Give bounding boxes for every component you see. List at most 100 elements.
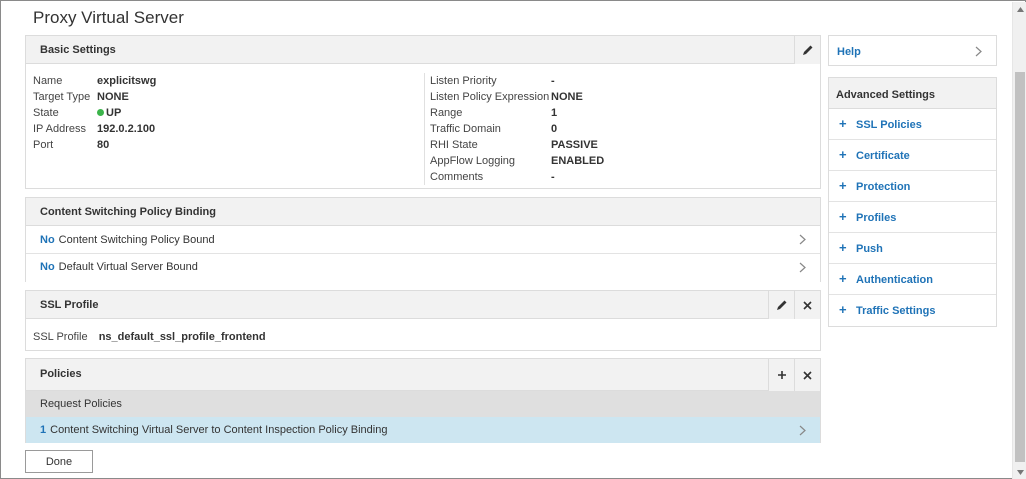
adv-item-certificate[interactable]: + Certificate xyxy=(829,140,996,171)
scrollbar-thumb[interactable] xyxy=(1015,72,1025,462)
basic-settings-panel: Basic Settings Name explicitswg Target Ty… xyxy=(25,35,821,189)
pencil-icon xyxy=(776,300,786,310)
field-value: 80 xyxy=(97,139,110,151)
field-label: AppFlow Logging xyxy=(430,155,516,167)
ssl-profile-label: SSL Profile xyxy=(33,331,88,343)
field-value: - xyxy=(551,171,555,183)
adv-item-label: Traffic Settings xyxy=(856,305,936,317)
adv-item-traffic-settings[interactable]: + Traffic Settings xyxy=(829,295,996,326)
advanced-settings-header: Advanced Settings xyxy=(829,78,996,109)
status-dot-icon xyxy=(97,109,104,116)
field-label: Listen Policy Expression xyxy=(430,91,550,103)
scroll-up-arrow-icon[interactable] xyxy=(1013,2,1026,16)
adv-item-push[interactable]: + Push xyxy=(829,233,996,264)
field-value: PASSIVE xyxy=(551,139,598,151)
cs-binding-header: Content Switching Policy Binding xyxy=(26,198,820,226)
adv-item-label: Profiles xyxy=(856,212,897,224)
field-value: ENABLED xyxy=(551,155,605,167)
field-ip-address: IP Address 192.0.2.100 xyxy=(33,123,413,139)
field-label: Comments xyxy=(430,171,484,183)
field-label: Name xyxy=(33,75,63,87)
field-value: 1 xyxy=(551,107,558,119)
scroll-down-arrow-icon[interactable] xyxy=(1013,465,1026,479)
field-value: UP xyxy=(106,107,122,119)
field-label: Traffic Domain xyxy=(430,123,501,135)
adv-item-protection[interactable]: + Protection xyxy=(829,171,996,202)
advanced-settings-title: Advanced Settings xyxy=(836,89,936,101)
basic-settings-right: Listen Priority - Listen Policy Expressio… xyxy=(430,75,810,187)
ssl-profile-panel: SSL Profile SSL Profile ns_default_ssl_p… xyxy=(25,290,821,351)
field-label: Listen Priority xyxy=(430,75,497,87)
plus-icon: + xyxy=(839,271,847,286)
vertical-scrollbar[interactable] xyxy=(1012,2,1026,479)
row-text: Content Switching Policy Bound xyxy=(58,233,215,246)
field-value: - xyxy=(551,75,555,87)
request-policies-subheader: Request Policies xyxy=(26,391,820,417)
plus-icon: + xyxy=(839,209,847,224)
row-count: 1 xyxy=(40,424,47,436)
plus-icon: + xyxy=(839,147,847,162)
field-label: IP Address xyxy=(33,123,86,135)
field-label: Port xyxy=(33,139,54,151)
field-label: State xyxy=(33,107,59,119)
plus-icon: + xyxy=(839,240,847,255)
basic-settings-divider xyxy=(424,73,425,185)
policies-panel: Policies Request Policies 1 Content Swit… xyxy=(25,358,821,443)
plus-icon: + xyxy=(839,116,847,131)
policies-header: Policies xyxy=(26,359,820,391)
ssl-profile-value: ns_default_ssl_profile_frontend xyxy=(98,331,266,343)
field-rhi-state: RHI State PASSIVE xyxy=(430,139,810,155)
cs-binding-title: Content Switching Policy Binding xyxy=(40,206,216,218)
field-name: Name explicitswg xyxy=(33,75,413,91)
adv-item-ssl-policies[interactable]: + SSL Policies xyxy=(829,109,996,140)
field-appflow-logging: AppFlow Logging ENABLED xyxy=(430,155,810,171)
add-policy-button[interactable] xyxy=(768,359,794,391)
adv-item-label: SSL Policies xyxy=(856,119,922,131)
basic-settings-left: Name explicitswg Target Type NONE State UP … xyxy=(33,75,413,155)
row-count: No xyxy=(40,233,55,246)
row-text: Default Virtual Server Bound xyxy=(58,261,198,273)
ssl-profile-field: SSL Profile ns_default_ssl_profile_front… xyxy=(33,331,266,343)
window-frame: Proxy Virtual Server Basic Settings Name… xyxy=(0,0,1026,479)
field-value: NONE xyxy=(551,91,583,103)
close-icon xyxy=(803,370,812,380)
row-count: No xyxy=(40,261,55,273)
default-vserver-bound-row[interactable]: No Default Virtual Server Bound xyxy=(26,253,820,280)
plus-icon: + xyxy=(839,302,847,317)
row-text: Content Switching Virtual Server to Cont… xyxy=(50,424,388,436)
page-title: Proxy Virtual Server xyxy=(33,8,184,27)
request-policies-label: Request Policies xyxy=(40,398,122,410)
edit-basic-settings-button[interactable] xyxy=(794,36,820,64)
adv-item-authentication[interactable]: + Authentication xyxy=(829,264,996,295)
cs-policy-bound-row[interactable]: No Content Switching Policy Bound xyxy=(26,226,820,253)
field-value: NONE xyxy=(97,91,129,103)
help-panel[interactable]: Help xyxy=(828,35,997,66)
chevron-right-icon xyxy=(799,425,806,436)
done-button[interactable]: Done xyxy=(25,450,93,473)
ssl-profile-header: SSL Profile xyxy=(26,291,820,319)
field-target-type: Target Type NONE xyxy=(33,91,413,107)
adv-item-label: Protection xyxy=(856,181,911,193)
field-state: State UP xyxy=(33,107,413,123)
field-traffic-domain: Traffic Domain 0 xyxy=(430,123,810,139)
close-policies-button[interactable] xyxy=(794,359,820,391)
field-listen-policy-expression: Listen Policy Expression NONE xyxy=(430,91,810,107)
field-label: RHI State xyxy=(430,139,478,151)
cs-to-ci-policy-binding-row[interactable]: 1 Content Switching Virtual Server to Co… xyxy=(26,417,820,443)
field-value: 0 xyxy=(551,123,558,135)
field-port: Port 80 xyxy=(33,139,413,155)
help-label: Help xyxy=(837,46,861,58)
edit-ssl-profile-button[interactable] xyxy=(768,291,794,319)
field-listen-priority: Listen Priority - xyxy=(430,75,810,91)
ssl-profile-title: SSL Profile xyxy=(40,299,99,311)
close-icon xyxy=(803,300,812,310)
pencil-icon xyxy=(802,45,812,55)
chevron-right-icon xyxy=(799,262,806,273)
field-value: explicitswg xyxy=(97,75,157,87)
close-ssl-profile-button[interactable] xyxy=(794,291,820,319)
adv-item-label: Push xyxy=(856,243,883,255)
field-label: Target Type xyxy=(33,91,91,103)
plus-icon xyxy=(777,371,786,379)
adv-item-label: Certificate xyxy=(856,150,910,162)
adv-item-profiles[interactable]: + Profiles xyxy=(829,202,996,233)
